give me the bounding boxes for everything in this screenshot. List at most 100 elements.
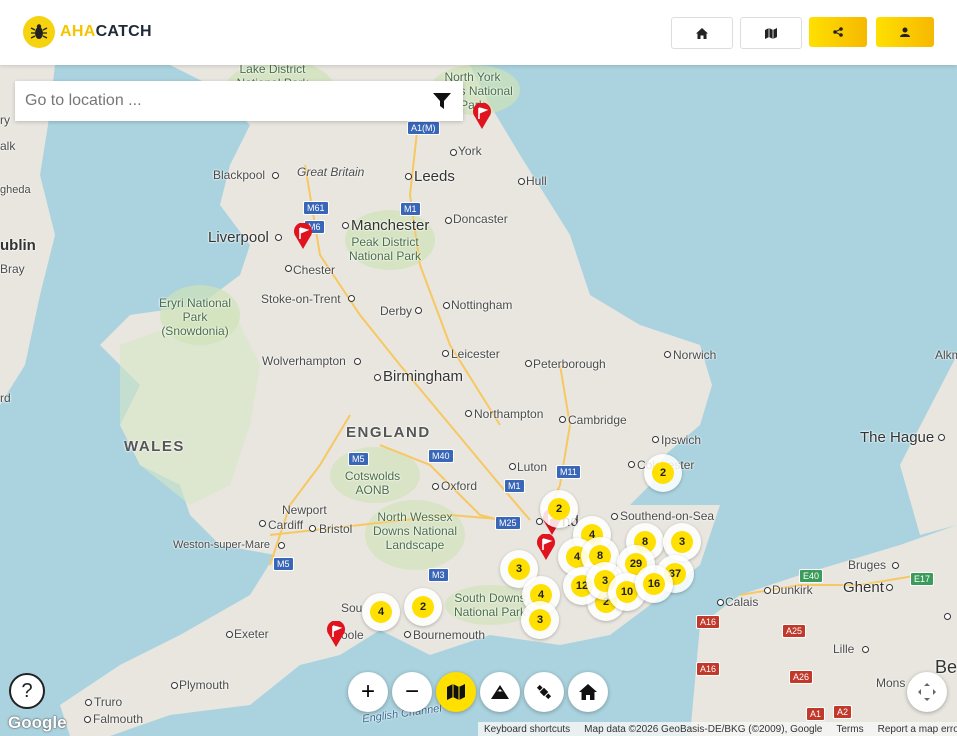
logo[interactable]: AHACATCH [23, 16, 152, 48]
city-calais: Calais [725, 595, 759, 609]
report-error-link[interactable]: Report a map error [878, 724, 957, 735]
zoom-out-button[interactable]: − [392, 672, 432, 712]
cluster-count: 2 [548, 498, 570, 520]
dot-peterborough [525, 360, 532, 367]
dot-calais [717, 599, 724, 606]
road-shield: M5 [273, 557, 294, 571]
marker-cluster[interactable]: 3 [521, 601, 559, 639]
city-leicester: Leicester [451, 347, 500, 361]
marker-cluster[interactable]: 16 [635, 565, 673, 603]
cluster-count: 2 [652, 462, 674, 484]
city-dublin: ublin [0, 237, 36, 254]
city-cardiff: Cardiff [268, 518, 304, 532]
dot-ipswich [652, 436, 659, 443]
filter-icon[interactable] [433, 93, 451, 109]
marker-cluster[interactable]: 2 [404, 588, 442, 626]
label-wales: WALES [124, 438, 185, 455]
dot-luton [509, 463, 516, 470]
marker-cluster[interactable]: 2 [644, 454, 682, 492]
cluster-count: 3 [529, 609, 551, 631]
share-icon [833, 27, 843, 37]
dot-oxford [432, 483, 439, 490]
label-england: ENGLAND [346, 424, 431, 441]
city-nottingham: Nottingham [451, 298, 513, 312]
road-shield: M5 [348, 452, 369, 466]
map-icon [765, 27, 777, 39]
road-shield: A1 [806, 707, 826, 721]
city-bruges: Bruges [848, 558, 887, 572]
label-edge-gheda: gheda [0, 184, 31, 196]
map-pin-flag[interactable] [326, 621, 346, 647]
map-pin-flag[interactable] [293, 223, 313, 249]
dot-leicester [442, 350, 449, 357]
minus-icon: − [404, 678, 419, 705]
road-shield: A16 [696, 615, 721, 629]
city-oxford: Oxford [441, 479, 478, 493]
dot-truro [85, 699, 92, 706]
cluster-count: 4 [370, 601, 392, 623]
home-button[interactable] [671, 17, 733, 49]
location-search [15, 81, 463, 121]
map-pin-flag[interactable] [536, 534, 556, 560]
zoom-in-button[interactable]: + [348, 672, 388, 712]
map-button[interactable] [740, 17, 802, 49]
home-icon [579, 684, 597, 700]
city-ipswich: Ipswich [661, 433, 702, 447]
map[interactable]: Lake District National Park North York M… [0, 62, 957, 736]
dot-antwerp [944, 613, 951, 620]
location-search-input[interactable] [23, 91, 417, 111]
label-edge-rd: rd [0, 391, 11, 405]
map-pin-flag[interactable] [472, 103, 492, 129]
brand-part2: CATCH [95, 23, 152, 40]
terrain-layer-button[interactable] [480, 672, 520, 712]
city-liverpool: Liverpool [208, 229, 269, 246]
road-shield: M11 [556, 465, 581, 479]
user-button[interactable] [876, 17, 934, 47]
dot-ghent [886, 584, 893, 591]
dot-blackpool [272, 172, 279, 179]
satellite-icon [536, 684, 552, 700]
dot-colchester [628, 461, 635, 468]
user-icon [900, 27, 910, 37]
brand-part1: AHA [60, 23, 96, 40]
fullscreen-button[interactable] [907, 672, 947, 712]
city-bray: Bray [0, 262, 25, 276]
park-cotswolds: Cotswolds AONB [344, 469, 401, 497]
satellite-layer-button[interactable] [524, 672, 564, 712]
dot-the-hague [938, 434, 945, 441]
dot-hull [518, 178, 525, 185]
google-logo: Google [8, 713, 67, 732]
road-shield: M1 [400, 202, 421, 216]
terms-link[interactable]: Terms [836, 724, 863, 735]
city-derby: Derby [380, 304, 413, 318]
city-leeds: Leeds [414, 168, 455, 185]
city-norwich: Norwich [673, 348, 717, 362]
city-mons: Mons [876, 676, 906, 690]
city-doncaster: Doncaster [453, 212, 508, 226]
help-button[interactable]: ? [9, 673, 45, 709]
share-button[interactable] [809, 17, 867, 47]
cluster-count: 3 [508, 558, 530, 580]
city-alkmaar: Alkm [935, 348, 957, 362]
dot-wolverhampton [354, 358, 361, 365]
dot-doncaster [445, 217, 452, 224]
label-edge-alk: alk [0, 139, 16, 153]
marker-cluster[interactable]: 2 [540, 490, 578, 528]
park-eryri: Eryri National Park (Snowdonia) [158, 296, 232, 338]
map-layer-button[interactable] [436, 672, 476, 712]
mountain-icon [491, 685, 509, 699]
city-stoke: Stoke-on-Trent [261, 292, 341, 306]
keyboard-shortcuts-link[interactable]: Keyboard shortcuts [484, 724, 570, 735]
city-york: York [458, 144, 482, 158]
dot-dunkirk [764, 587, 771, 594]
dot-liverpool [275, 234, 282, 241]
plus-icon: + [360, 678, 375, 705]
city-southampton: Sou [341, 601, 363, 615]
dot-birmingham [374, 374, 381, 381]
city-ghent: Ghent [843, 579, 884, 596]
city-dunkirk: Dunkirk [772, 583, 813, 597]
city-manchester: Manchester [351, 217, 430, 234]
marker-cluster[interactable]: 4 [362, 593, 400, 631]
home-view-button[interactable] [568, 672, 608, 712]
park-wessex: North Wessex Downs National Landscape [372, 510, 458, 552]
